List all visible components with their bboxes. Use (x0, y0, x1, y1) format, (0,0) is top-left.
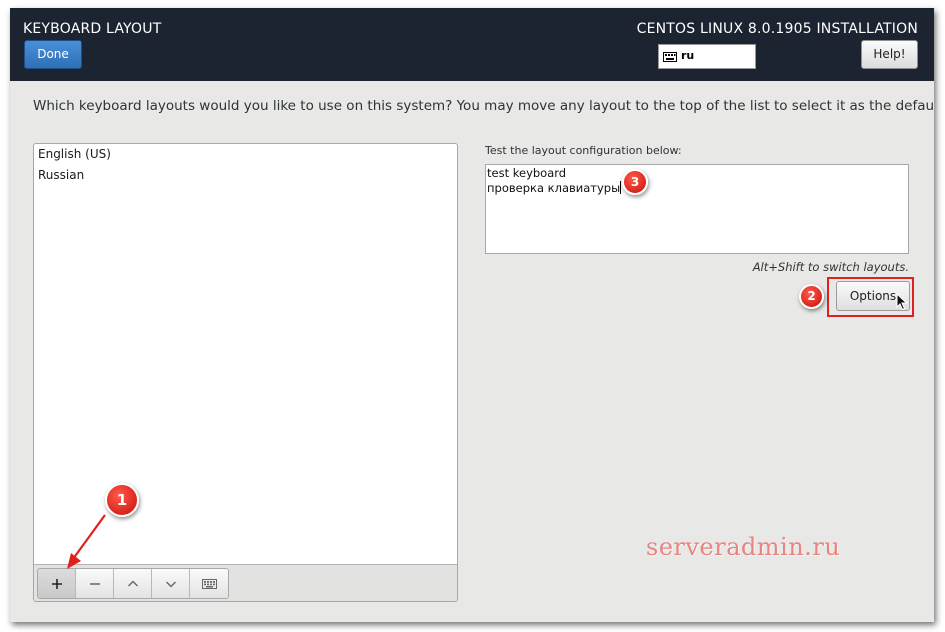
instruction-text: Which keyboard layouts would you like to… (33, 98, 934, 114)
page-title: KEYBOARD LAYOUT (23, 21, 162, 37)
keyboard-layout-indicator[interactable]: ru (658, 44, 756, 69)
layout-test-textarea[interactable]: test keyboard проверка клавиатуры (485, 164, 909, 254)
remove-layout-button[interactable] (76, 569, 114, 598)
callout-badge-2: 2 (799, 284, 824, 309)
keyboard-icon (663, 52, 677, 62)
current-layout-code: ru (681, 49, 695, 62)
chevron-down-icon (165, 581, 176, 587)
callout-badge-3: 3 (622, 169, 648, 195)
move-layout-down-button[interactable] (152, 569, 190, 598)
test-line-1: test keyboard (487, 166, 567, 180)
move-layout-up-button[interactable] (114, 569, 152, 598)
header-bar: KEYBOARD LAYOUT Done CENTOS LINUX 8.0.19… (10, 8, 934, 81)
add-layout-button[interactable] (38, 569, 76, 598)
watermark-text: serveradmin.ru (646, 533, 841, 561)
text-caret (620, 181, 622, 194)
help-button[interactable]: Help! (861, 40, 918, 69)
layout-list[interactable]: English (US) Russian (34, 144, 457, 564)
installer-window: KEYBOARD LAYOUT Done CENTOS LINUX 8.0.19… (10, 8, 934, 622)
callout-badge-1: 1 (105, 483, 139, 517)
minus-icon (89, 582, 100, 585)
chevron-up-icon (127, 580, 138, 586)
test-line-2: проверка клавиатуры (487, 181, 622, 195)
layout-item-english-us[interactable]: English (US) (34, 144, 457, 165)
callout-arrow-icon (67, 514, 106, 569)
mouse-cursor-icon (896, 293, 908, 311)
keyboard-icon (201, 578, 217, 589)
switch-layout-hint: Alt+Shift to switch layouts. (752, 260, 909, 274)
preview-layout-button[interactable] (190, 569, 228, 598)
done-button[interactable]: Done (24, 40, 82, 69)
plus-icon (51, 578, 62, 589)
product-title: CENTOS LINUX 8.0.1905 INSTALLATION (636, 21, 918, 37)
test-area-label: Test the layout configuration below: (485, 144, 682, 157)
layout-item-russian[interactable]: Russian (34, 165, 457, 186)
